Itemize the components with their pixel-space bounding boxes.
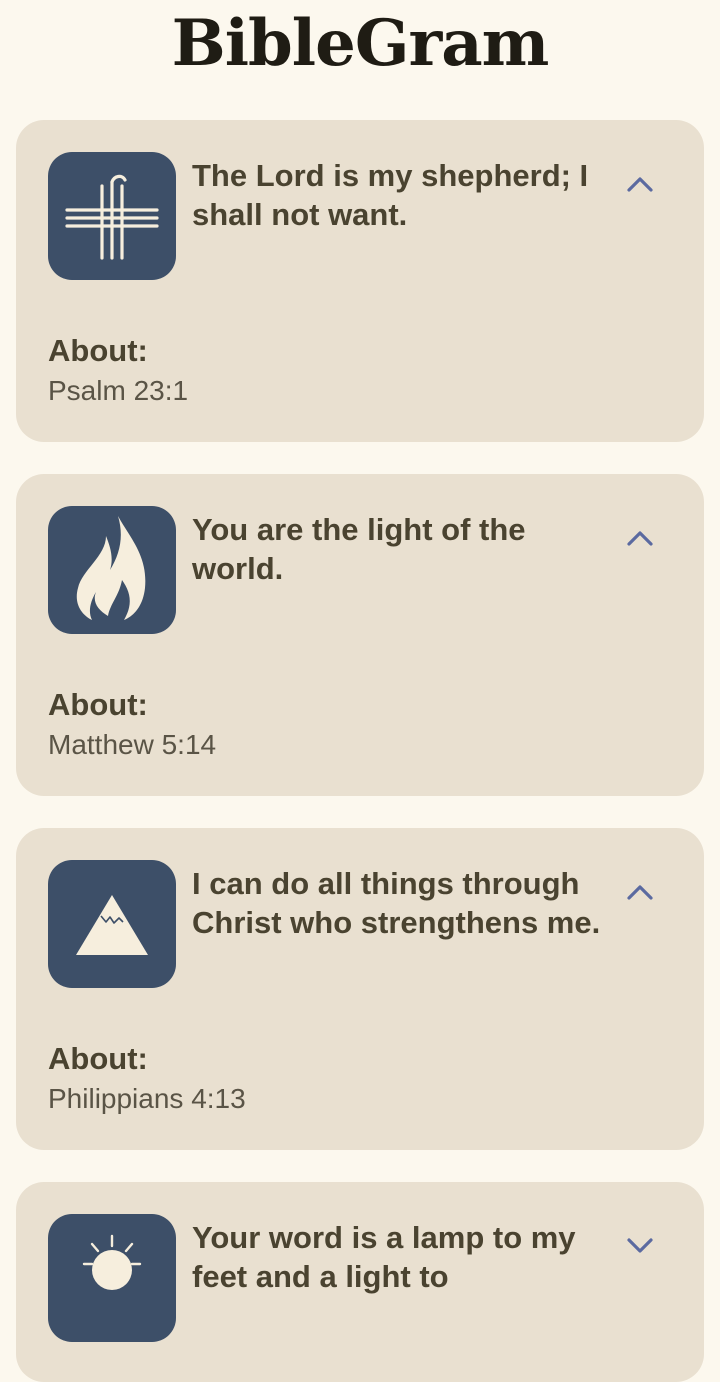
verse-card[interactable]: I can do all things through Christ who s… (16, 828, 704, 1150)
verse-reference: Matthew 5:14 (48, 729, 217, 760)
verse-text: You are the light of the world. (192, 512, 526, 586)
about-label: About: (48, 1041, 148, 1076)
flame-icon (48, 506, 176, 634)
mountain-icon (48, 860, 176, 988)
verse-text: Your word is a lamp to my feet and a lig… (192, 1220, 576, 1294)
collapse-button[interactable] (616, 518, 664, 558)
verse-reference: Psalm 23:1 (48, 375, 189, 406)
chevron-down-icon (627, 1238, 653, 1253)
verse-card[interactable]: The Lord is my shepherd; I shall not wan… (16, 120, 704, 442)
verse-card[interactable]: Your word is a lamp to my feet and a lig… (16, 1182, 704, 1382)
verse-text: The Lord is my shepherd; I shall not wan… (192, 158, 589, 232)
chevron-up-icon (627, 177, 653, 192)
chevron-up-icon (627, 885, 653, 900)
verse-text: I can do all things through Christ who s… (192, 866, 601, 940)
about-label: About: (48, 687, 148, 722)
collapse-button[interactable] (616, 872, 664, 912)
collapse-button[interactable] (616, 164, 664, 204)
chevron-up-icon (627, 531, 653, 546)
lamp-icon (48, 1214, 176, 1342)
app-title: BibleGram (171, 6, 550, 81)
verse-card[interactable]: You are the light of the world. About: M… (16, 474, 704, 796)
verse-reference: Philippians 4:13 (48, 1083, 246, 1114)
expand-button[interactable] (616, 1226, 664, 1266)
about-label: About: (48, 333, 148, 368)
cross-icon (48, 152, 176, 280)
